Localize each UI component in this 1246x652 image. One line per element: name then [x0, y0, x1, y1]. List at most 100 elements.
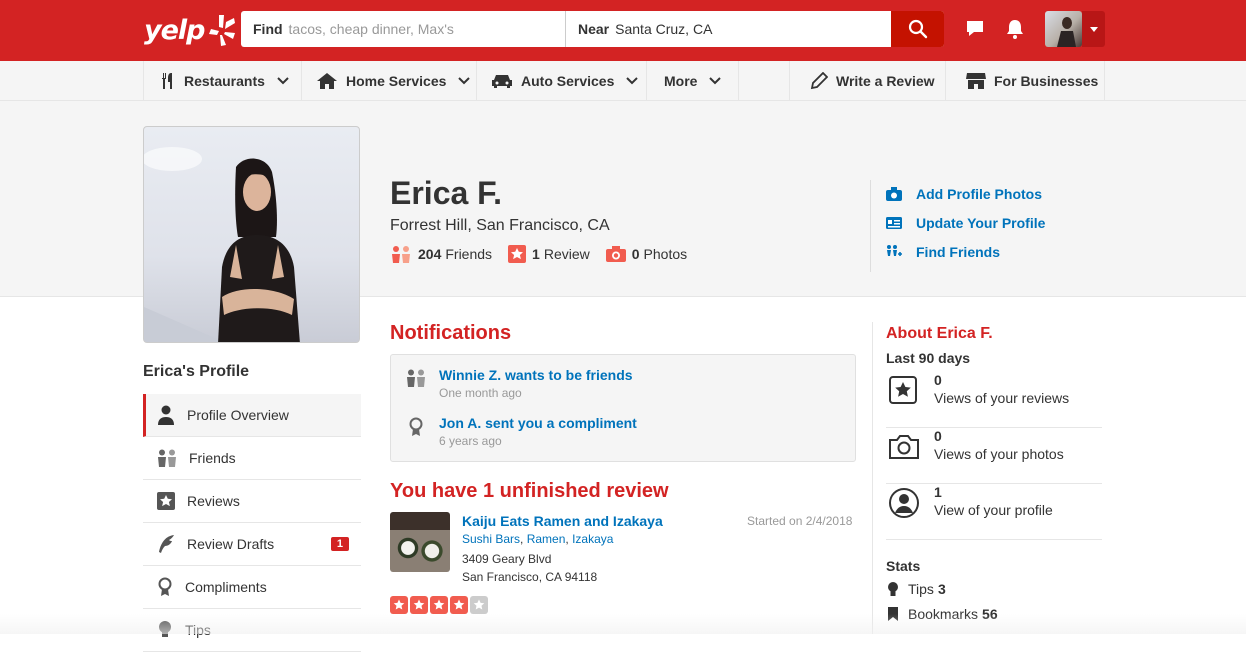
nav-auto-services[interactable]: Auto Services — [476, 61, 646, 101]
stat-value: 1 — [934, 484, 942, 500]
pencil-icon — [810, 72, 828, 90]
stat-label: Views of your photos — [934, 446, 1064, 462]
business-name-link[interactable]: Kaiju Eats Ramen and Izakaya — [462, 513, 663, 529]
nav-more[interactable]: More — [646, 61, 739, 101]
notification-text[interactable]: Winnie Z. wants to be friends — [439, 367, 633, 383]
category-link[interactable]: Sushi Bars — [462, 532, 520, 546]
bottom-fade — [0, 614, 1246, 634]
notifications-heading: Notifications — [390, 322, 512, 344]
photos-count-label: Photos — [643, 246, 688, 262]
star-filled-icon[interactable] — [390, 596, 408, 614]
quill-icon — [159, 535, 174, 553]
search-bar: Find tacos, cheap dinner, Max's Near San… — [241, 11, 944, 47]
sidebar-item-reviews[interactable]: Reviews — [143, 480, 361, 523]
notifications-bell-icon[interactable] — [1003, 17, 1027, 41]
chevron-down-icon — [626, 77, 639, 85]
notification-item[interactable]: Jon A. sent you a compliment 6 years ago — [405, 415, 637, 448]
photos-count-value: 0 — [631, 246, 640, 262]
category-link[interactable]: Ramen — [527, 532, 566, 546]
find-field[interactable]: Find tacos, cheap dinner, Max's — [241, 11, 566, 47]
stat-value: 0 — [934, 372, 942, 388]
profile-photo-figure-icon — [144, 147, 300, 342]
messages-icon[interactable] — [963, 17, 987, 41]
car-icon — [492, 75, 512, 88]
sidebar-item-friends[interactable]: Friends — [143, 437, 361, 480]
drafts-count-badge: 1 — [330, 537, 349, 551]
user-circle-icon — [889, 488, 919, 518]
search-button[interactable] — [891, 11, 944, 47]
tips-label: Tips — [908, 581, 934, 597]
unfinished-review-heading: You have 1 unfinished review — [390, 480, 669, 502]
camera-outline-icon — [889, 435, 919, 459]
reviews-count[interactable]: 1 Review — [508, 245, 590, 263]
avatar-figure-icon — [1057, 17, 1076, 47]
photos-count[interactable]: 0 Photos — [605, 246, 688, 262]
search-icon — [908, 19, 927, 39]
draft-star-rating[interactable] — [390, 596, 490, 614]
nav-restaurants[interactable]: Restaurants — [143, 61, 302, 101]
notifications-panel: Winnie Z. wants to be friends One month … — [390, 354, 856, 462]
for-businesses-label: For Businesses — [994, 73, 1099, 89]
notification-time: One month ago — [439, 386, 522, 400]
friends-count-value: 204 — [418, 246, 442, 262]
profile-name: Erica F. — [390, 175, 503, 211]
sidebar-item-label: Compliments — [185, 579, 267, 595]
stat-photo-views: 0 Views of your photos — [886, 428, 1102, 484]
update-profile-link[interactable]: Update Your Profile — [886, 215, 1045, 231]
stat-tips[interactable]: Tips 3 — [886, 581, 946, 597]
star-box-icon — [157, 492, 175, 510]
camera-icon — [605, 246, 626, 262]
notification-time: 6 years ago — [439, 434, 502, 448]
about-heading: About Erica F. — [886, 325, 993, 342]
yelp-logo[interactable]: yelp — [144, 10, 237, 50]
find-friends-link[interactable]: Find Friends — [886, 244, 1000, 260]
star-filled-icon[interactable] — [450, 596, 468, 614]
person-icon — [158, 405, 174, 425]
notification-item[interactable]: Winnie Z. wants to be friends One month … — [405, 367, 633, 400]
user-avatar[interactable] — [1045, 11, 1082, 47]
star-empty-icon[interactable] — [470, 596, 488, 614]
friends-icon — [392, 246, 410, 263]
stat-label: View of your profile — [934, 502, 1053, 518]
star-filled-icon[interactable] — [430, 596, 448, 614]
star-filled-icon[interactable] — [410, 596, 428, 614]
near-field[interactable]: Near Santa Cruz, CA — [566, 11, 891, 47]
friends-count-label: Friends — [445, 246, 493, 262]
reviews-count-label: Review — [543, 246, 590, 262]
profile-counts: 204 Friends 1 Review 0 Photos — [390, 245, 703, 263]
stat-value: 0 — [934, 428, 942, 444]
reviews-count-value: 1 — [532, 246, 540, 262]
business-photo[interactable] — [390, 512, 450, 572]
chevron-down-icon — [709, 77, 722, 85]
sidebar-item-profile-overview[interactable]: Profile Overview — [143, 394, 361, 437]
address-line-2: San Francisco, CA 94118 — [462, 570, 598, 584]
category-link[interactable]: Izakaya — [572, 532, 613, 546]
actions-divider — [870, 180, 871, 272]
award-ribbon-icon — [409, 417, 423, 436]
write-review-link[interactable]: Write a Review — [789, 61, 945, 101]
profile-photo[interactable] — [143, 126, 360, 343]
home-icon — [317, 73, 337, 89]
category-nav: Restaurants Home Services Auto Services … — [0, 61, 1246, 101]
stat-review-views: 0 Views of your reviews — [886, 372, 1102, 428]
notification-text[interactable]: Jon A. sent you a compliment — [439, 415, 637, 431]
star-box-icon — [508, 245, 527, 263]
add-profile-photos-link[interactable]: Add Profile Photos — [886, 186, 1042, 202]
star-box-outline-icon — [889, 376, 917, 404]
stat-profile-views: 1 View of your profile — [886, 484, 1102, 540]
find-label: Find — [253, 21, 283, 37]
find-friends-label: Find Friends — [916, 244, 1000, 260]
sidebar-item-compliments[interactable]: Compliments — [143, 566, 361, 609]
tips-value: 3 — [937, 581, 946, 597]
nav-home-services[interactable]: Home Services — [301, 61, 476, 101]
id-card-icon — [886, 217, 902, 229]
sidebar-item-review-drafts[interactable]: Review Drafts 1 — [143, 523, 361, 566]
friends-icon — [158, 449, 176, 467]
for-businesses-link[interactable]: For Businesses — [945, 61, 1105, 101]
camera-icon — [886, 187, 902, 201]
utensils-icon — [162, 73, 172, 89]
top-header: yelp Find tacos, cheap dinner, Max's Nea… — [0, 0, 1246, 61]
logo-text: yelp — [144, 14, 205, 46]
friends-count[interactable]: 204 Friends — [390, 245, 492, 263]
account-menu-toggle[interactable] — [1082, 11, 1105, 47]
